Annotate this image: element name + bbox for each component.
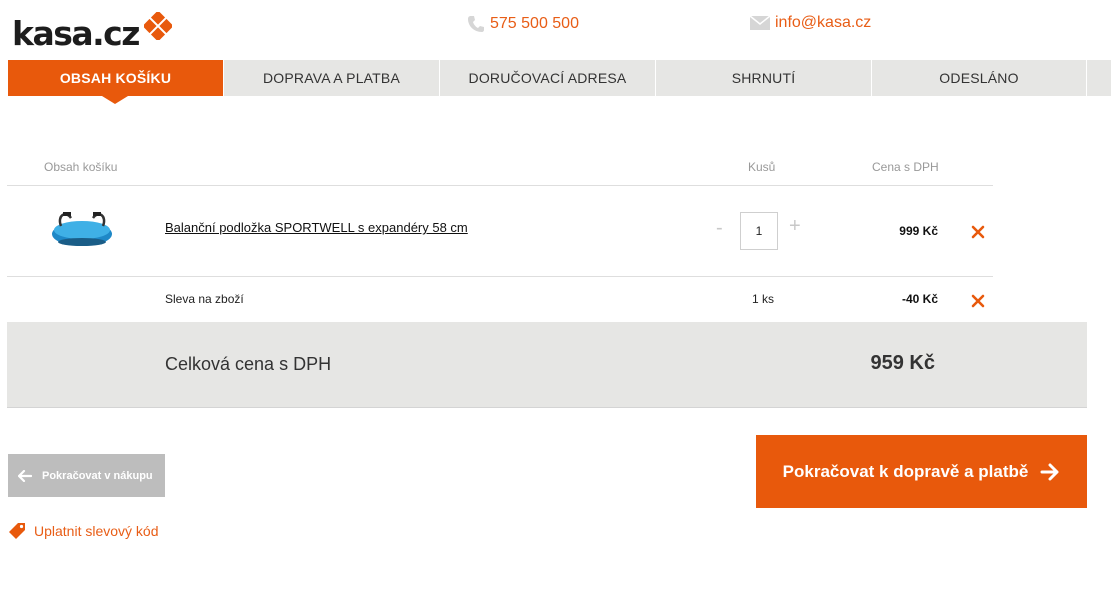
continue-to-shipping-label: Pokračovat k dopravě a platbě bbox=[782, 461, 1029, 481]
product-name-link[interactable]: Balanční podložka SPORTWELL s expandéry … bbox=[165, 220, 468, 235]
step-delivery-address[interactable]: Doručovací adresa bbox=[440, 60, 656, 96]
column-header-price: Cena s DPH bbox=[872, 160, 939, 174]
qty-increase-button[interactable]: + bbox=[789, 215, 801, 238]
total-value: 959 Kč bbox=[870, 352, 936, 374]
email-address: info@kasa.cz bbox=[775, 14, 872, 31]
arrow-left-icon bbox=[18, 469, 32, 482]
logo[interactable]: kasa.cz bbox=[12, 12, 172, 54]
discount-price: -40 Kč bbox=[901, 292, 938, 306]
column-header-qty: Kusů bbox=[748, 160, 776, 174]
apply-coupon-label: Uplatnit slevový kód bbox=[34, 523, 159, 539]
logo-text: kasa.cz bbox=[12, 14, 140, 53]
item-price: 999 Kč bbox=[899, 224, 938, 238]
total-label: Celková cena s DPH bbox=[165, 354, 332, 374]
qty-input[interactable] bbox=[740, 212, 778, 250]
checkout-steps: Obsah košíku Doprava a platba Doručovací… bbox=[8, 60, 1111, 104]
logo-cross-icon bbox=[144, 12, 172, 40]
step-sent[interactable]: Odesláno bbox=[872, 60, 1087, 96]
arrow-right-icon bbox=[1040, 463, 1059, 480]
step-summary[interactable]: Shrnutí bbox=[656, 60, 872, 96]
continue-to-shipping-button[interactable]: Pokračovat k dopravě a platbě bbox=[756, 435, 1087, 508]
mail-icon bbox=[749, 15, 771, 30]
remove-discount-icon[interactable] bbox=[971, 294, 985, 308]
remove-item-icon[interactable] bbox=[971, 225, 985, 239]
header: kasa.cz 575 500 500 info@kasa.cz bbox=[0, 0, 1111, 60]
divider bbox=[7, 276, 993, 277]
total-bar: Celková cena s DPH 959 Kč bbox=[7, 322, 1087, 408]
continue-shopping-button[interactable]: Pokračovat v nákupu bbox=[8, 454, 165, 497]
apply-coupon-link[interactable]: Uplatnit slevový kód bbox=[8, 522, 159, 540]
phone-number: 575 500 500 bbox=[490, 15, 579, 32]
phone-contact[interactable]: 575 500 500 bbox=[466, 14, 579, 34]
email-contact[interactable]: info@kasa.cz bbox=[749, 14, 871, 32]
discount-qty: 1 ks bbox=[752, 292, 775, 306]
qty-decrease-button[interactable]: - bbox=[716, 217, 723, 240]
product-image bbox=[52, 212, 112, 246]
step-cart-content[interactable]: Obsah košíku bbox=[8, 60, 224, 104]
continue-shopping-label: Pokračovat v nákupu bbox=[42, 469, 153, 482]
tag-icon bbox=[9, 523, 25, 539]
discount-label: Sleva na zboží bbox=[165, 292, 244, 306]
step-shipping-payment[interactable]: Doprava a platba bbox=[224, 60, 440, 96]
phone-icon bbox=[468, 16, 484, 32]
column-header-content: Obsah košíku bbox=[44, 160, 118, 174]
divider bbox=[7, 185, 993, 186]
